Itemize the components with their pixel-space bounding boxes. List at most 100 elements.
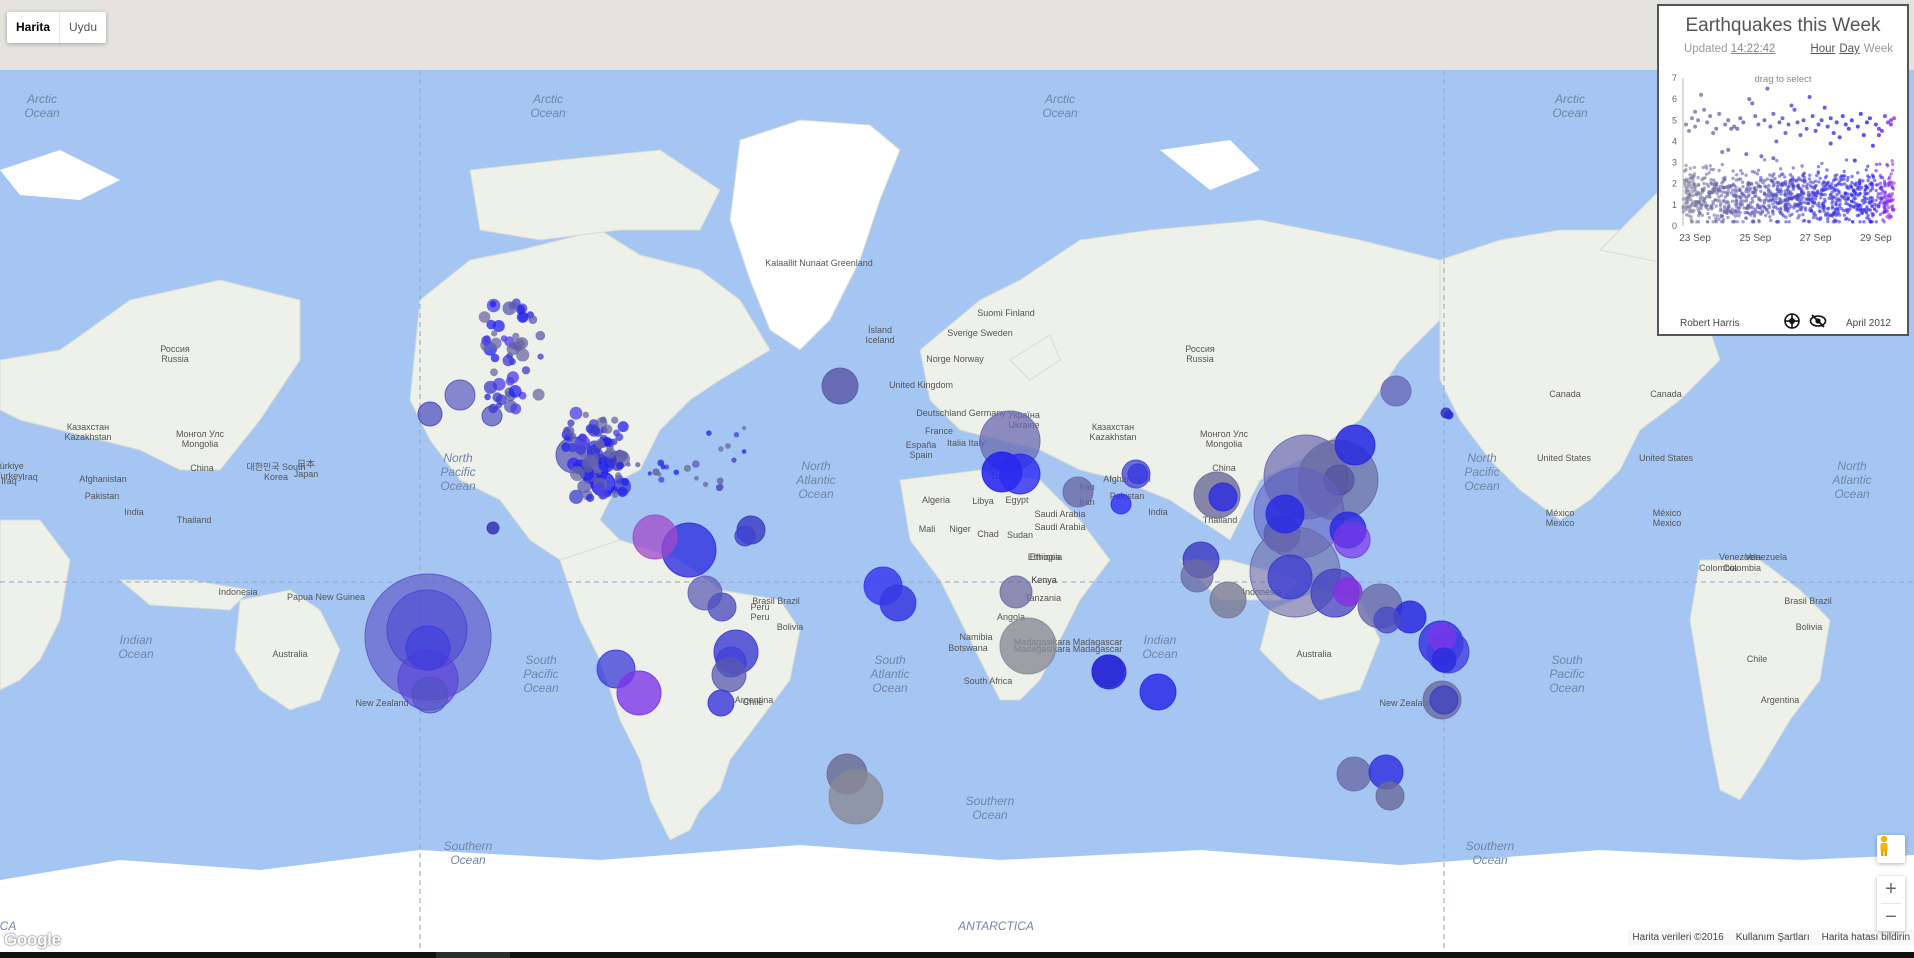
chart-point [1721, 217, 1726, 222]
place-label: United States [1639, 453, 1694, 463]
map-view[interactable]: Arctic Ocean Arctic Ocean Arctic Ocean Arctic O… [0, 0, 1914, 958]
earthquake-marker [1062, 476, 1094, 508]
chart-point [1775, 187, 1779, 192]
place-label: Ethiopia [1028, 552, 1061, 562]
chart-point [1784, 206, 1788, 211]
chart-point [1883, 205, 1887, 209]
map-type-map-button[interactable]: Harita [7, 12, 61, 43]
earthquake-marker [528, 315, 538, 324]
chart-point [1874, 220, 1878, 224]
chart-point [1720, 162, 1724, 167]
earthquake-marker [490, 337, 502, 349]
place-label: México Mexico [1546, 508, 1575, 528]
chart-point [1832, 212, 1836, 216]
map-type-satellite-button[interactable]: Uydu [60, 12, 106, 43]
chart-point [1684, 122, 1688, 127]
chart-point [1805, 182, 1809, 186]
chart-point [1831, 131, 1836, 135]
place-label: China [190, 463, 214, 473]
chart-point [1766, 211, 1771, 215]
earthquake-marker [716, 477, 724, 485]
map-canvas[interactable]: Arctic Ocean Arctic Ocean Arctic Ocean Arctic O… [0, 0, 1914, 958]
earthquake-marker [741, 449, 747, 454]
earthquake-marker [702, 481, 709, 488]
chart-point [1840, 114, 1845, 119]
chart-point [1878, 186, 1882, 191]
place-label: España Spain [906, 440, 937, 460]
chart-point [1731, 176, 1735, 180]
earthquake-marker [707, 689, 735, 717]
chart-point [1892, 116, 1896, 121]
scrollbar-thumb[interactable] [436, 952, 510, 958]
chart-point [1696, 207, 1700, 211]
chart-point [1779, 211, 1783, 216]
place-label: Saudi Arabia [1034, 509, 1085, 519]
chart-point [1723, 195, 1727, 199]
chart-point [1854, 192, 1859, 196]
chart-point [1684, 179, 1689, 183]
chart-point [1750, 197, 1754, 201]
magnitude-time-chart[interactable]: 0 1 2 3 4 5 6 7 23 Sep 25 Sep 27 Sep 29 Sep [1659, 6, 1907, 334]
ocean-label: Indian Ocean [118, 633, 154, 661]
chart-point [1815, 173, 1819, 178]
chart-point [1796, 184, 1800, 188]
chart-point [1887, 177, 1891, 181]
chart-point [1849, 118, 1854, 123]
chart-point [1706, 211, 1710, 216]
chart-point [1868, 182, 1872, 186]
earthquake-marker [574, 435, 591, 451]
zoom-in-button[interactable]: + [1877, 876, 1905, 903]
terms-of-use-link[interactable]: Kullanım Şartları [1736, 930, 1810, 946]
chart-point [1805, 186, 1809, 191]
chart-point [1730, 199, 1735, 203]
globe-icon[interactable] [1783, 312, 1801, 330]
chart-point [1868, 208, 1872, 212]
chart-point [1886, 205, 1891, 210]
chart-point [1836, 198, 1840, 203]
chart-point [1846, 202, 1850, 206]
chart-point [1801, 212, 1805, 217]
x-tick-label: 27 Sep [1800, 233, 1832, 244]
chart-point [1787, 191, 1791, 195]
hide-eye-icon[interactable] [1809, 312, 1827, 330]
chart-point [1786, 122, 1791, 127]
chart-point [1885, 162, 1889, 167]
chart-point [1801, 195, 1805, 199]
chart-point [1796, 204, 1800, 208]
place-label: Brasil Brazil [752, 596, 800, 606]
earthquake-marker [444, 379, 476, 411]
chart-point [1785, 187, 1790, 192]
chart-point [1692, 165, 1697, 170]
chart-point [1872, 178, 1877, 183]
street-view-pegman[interactable] [1877, 835, 1905, 863]
chart-point [1866, 164, 1870, 168]
chart-point [1801, 173, 1805, 178]
chart-point [1692, 203, 1697, 208]
place-label: Iraq [1, 476, 17, 486]
earthquake-marker [603, 424, 613, 434]
earthquake-marker [478, 311, 491, 323]
chart-point [1807, 95, 1812, 99]
chart-point [1867, 116, 1872, 121]
chart-point [1709, 178, 1713, 182]
chart-point [1767, 194, 1772, 199]
chart-point [1744, 187, 1749, 191]
x-tick-label: 29 Sep [1860, 233, 1892, 244]
earthquake-marker [521, 366, 531, 375]
chart-point [1741, 220, 1745, 224]
place-label: Монгол Улс Mongolia [176, 429, 225, 449]
earthquake-marker [490, 368, 498, 377]
chart-point [1796, 195, 1800, 200]
earthquake-marker [489, 300, 497, 308]
chart-point [1696, 220, 1701, 224]
earthquake-marker [626, 462, 631, 467]
zoom-out-button[interactable]: − [1877, 904, 1905, 931]
earthquake-marker [491, 330, 498, 337]
earthquake-marker [1373, 606, 1401, 634]
chart-point [1690, 210, 1695, 214]
chart-point [1801, 184, 1805, 188]
report-map-error-link[interactable]: Harita hatası bildirin [1822, 930, 1910, 946]
earthquake-marker [502, 301, 517, 316]
chart-point [1715, 191, 1719, 196]
chart-point [1805, 201, 1809, 205]
